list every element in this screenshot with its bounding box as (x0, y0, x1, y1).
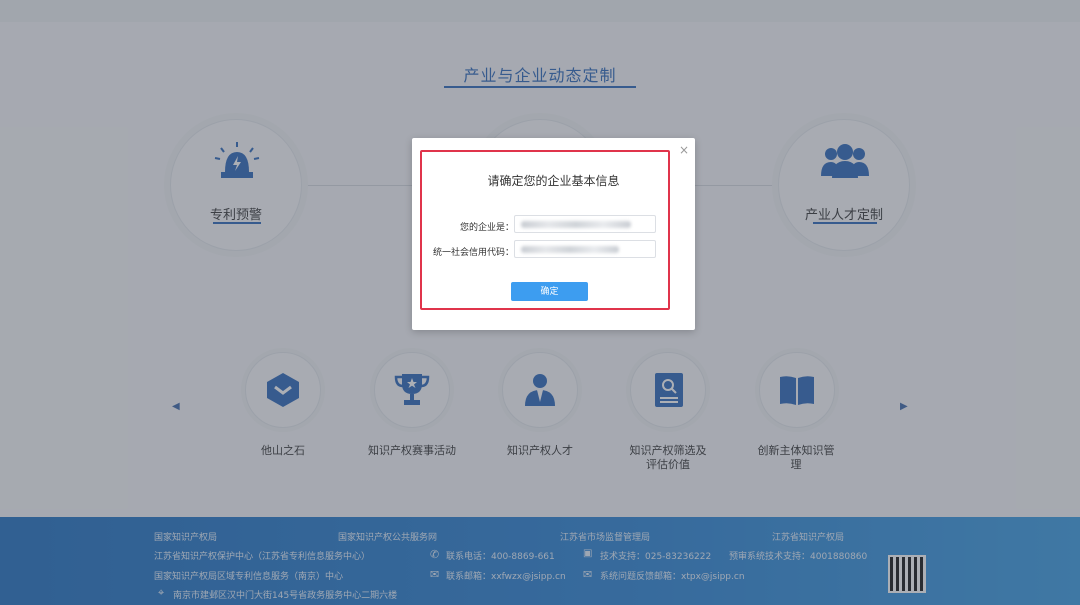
company-name-field[interactable] (514, 215, 656, 233)
company-info-dialog: × 请确定您的企业基本信息 您的企业是： 统一社会信用代码： 确定 (412, 138, 695, 330)
credit-code-field[interactable] (514, 240, 656, 258)
redacted-value (521, 246, 619, 253)
credit-code-label: 统一社会信用代码： (432, 248, 514, 258)
confirm-button[interactable]: 确定 (511, 282, 588, 301)
company-label: 您的企业是： (459, 223, 514, 233)
dialog-title: 请确定您的企业基本信息 (487, 174, 620, 188)
close-icon[interactable]: × (679, 144, 689, 156)
redacted-value (521, 221, 631, 228)
